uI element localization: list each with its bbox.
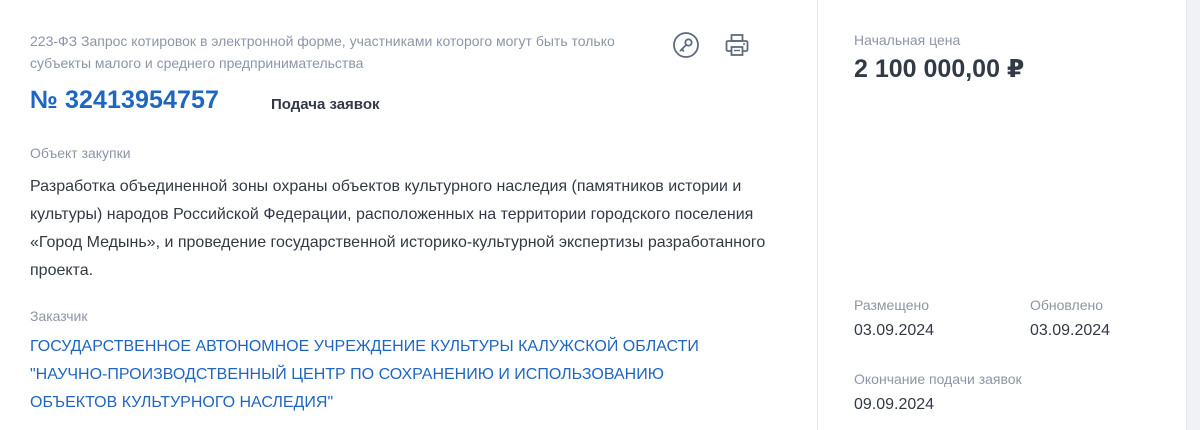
deadline-date: 09.09.2024	[854, 396, 935, 413]
purchase-type: 223-ФЗ Запрос котировок в электронной фо…	[30, 33, 615, 71]
customer-link[interactable]: ГОСУДАРСТВЕННОЕ АВТОНОМНОЕ УЧРЕЖДЕНИЕ КУ…	[30, 333, 750, 417]
purchase-number-link[interactable]: № 32413954757	[30, 86, 219, 115]
key-icon[interactable]	[672, 31, 700, 59]
card-edge	[1186, 0, 1200, 430]
updated-date: 03.09.2024	[1030, 322, 1111, 339]
object-label: Объект закупки	[30, 145, 131, 161]
print-icon[interactable]	[723, 31, 751, 59]
price-value: 2 100 000,00 ₽	[854, 55, 1025, 83]
purchase-card: 223-ФЗ Запрос котировок в электронной фо…	[0, 0, 1200, 430]
updated-label: Обновлено	[1030, 297, 1104, 313]
posted-date: 03.09.2024	[854, 322, 935, 339]
purchase-stage: Подача заявок	[271, 96, 380, 113]
customer-label: Заказчик	[30, 308, 88, 324]
price-label: Начальная цена	[854, 32, 961, 48]
deadline-label: Окончание подачи заявок	[854, 371, 1022, 387]
price-and-dates: Начальная цена 2 100 000,00 ₽ Размещено …	[817, 0, 1200, 430]
posted-label: Размещено	[854, 297, 929, 313]
purchase-main-info: 223-ФЗ Запрос котировок в электронной фо…	[0, 0, 817, 430]
object-description: Разработка объединенной зоны охраны объе…	[30, 178, 766, 279]
